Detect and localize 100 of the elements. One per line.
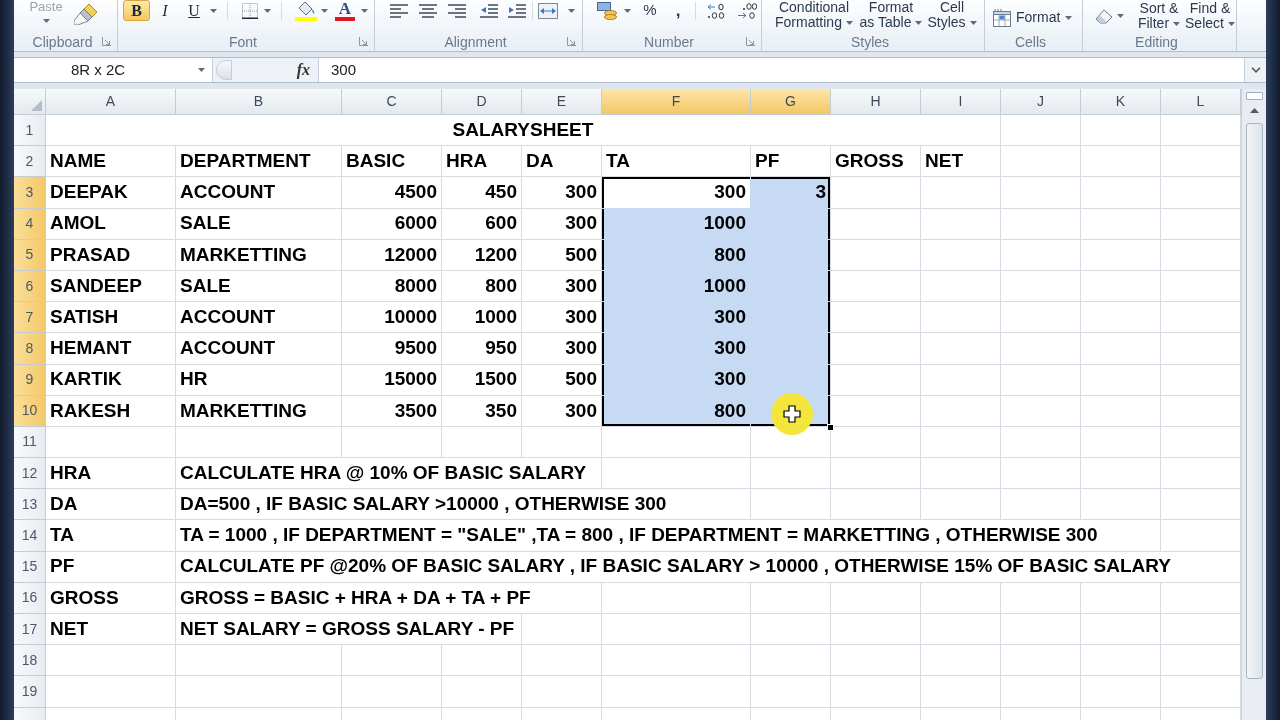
underline-button[interactable]: U bbox=[183, 0, 205, 21]
row-header[interactable]: 16 bbox=[14, 582, 46, 613]
column-header[interactable]: D bbox=[442, 89, 522, 115]
font-color-button[interactable]: A bbox=[334, 0, 356, 21]
caret-icon[interactable] bbox=[1117, 14, 1124, 18]
column-header[interactable]: A bbox=[46, 89, 176, 115]
corner-triangle-icon bbox=[31, 100, 42, 111]
spreadsheet-cell: 1000 bbox=[602, 270, 750, 302]
caret-icon[interactable] bbox=[1227, 21, 1235, 26]
spreadsheet-cell: 3 bbox=[751, 177, 830, 208]
row-header[interactable]: 19 bbox=[14, 676, 46, 707]
spreadsheet-cell: 800 bbox=[602, 239, 750, 270]
row-header[interactable]: 2 bbox=[14, 146, 46, 177]
spreadsheet-cell: 300 bbox=[602, 302, 750, 333]
row-header[interactable]: 3 bbox=[14, 177, 46, 208]
format-cells-icon[interactable] bbox=[993, 8, 1011, 27]
conditional-formatting-button[interactable]: Conditional Formatting bbox=[774, 0, 854, 30]
scrollbar-track[interactable] bbox=[1241, 89, 1266, 720]
row-header[interactable]: 14 bbox=[14, 520, 46, 551]
align-right-icon[interactable] bbox=[448, 3, 466, 18]
row-header[interactable]: 15 bbox=[14, 551, 46, 582]
group-label: Number bbox=[644, 32, 694, 51]
caret-icon[interactable] bbox=[198, 68, 205, 72]
row-header[interactable]: 17 bbox=[14, 614, 46, 645]
caret-icon[interactable] bbox=[210, 8, 217, 13]
merge-cells-icon[interactable] bbox=[538, 2, 558, 19]
column-header[interactable]: I bbox=[921, 89, 1001, 115]
caret-icon[interactable] bbox=[361, 8, 368, 13]
insert-function-button[interactable]: fx bbox=[296, 58, 310, 82]
scrollbar-thumb[interactable] bbox=[1245, 123, 1263, 679]
spreadsheet-cell: 800 bbox=[602, 395, 750, 426]
group-label: Styles bbox=[850, 32, 890, 51]
caret-icon[interactable] bbox=[624, 8, 631, 13]
dialog-launcher-icon[interactable] bbox=[359, 37, 368, 46]
dialog-launcher-icon[interactable] bbox=[567, 37, 576, 46]
row-header[interactable]: 18 bbox=[14, 645, 46, 676]
dialog-launcher-icon[interactable] bbox=[746, 37, 755, 46]
column-header[interactable]: L bbox=[1161, 89, 1241, 115]
column-header[interactable]: E bbox=[522, 89, 602, 115]
caret-icon[interactable] bbox=[969, 20, 977, 25]
comma-style-button[interactable]: , bbox=[673, 0, 683, 21]
sort-and-filter-button[interactable]: Sort & Filter bbox=[1136, 1, 1182, 31]
group-label: Cells bbox=[1014, 32, 1047, 51]
align-left-icon[interactable] bbox=[390, 3, 408, 18]
column-header[interactable]: B bbox=[176, 89, 342, 115]
caret-icon[interactable] bbox=[845, 20, 853, 25]
group-label: Editing bbox=[1135, 32, 1178, 51]
row-header[interactable]: 8 bbox=[14, 333, 46, 364]
chevron-down-icon[interactable] bbox=[1250, 67, 1261, 73]
column-header[interactable]: C bbox=[342, 89, 442, 115]
scroll-up-arrow-icon[interactable] bbox=[1249, 108, 1259, 113]
coins-icon[interactable] bbox=[597, 1, 617, 20]
cell-styles-button[interactable]: Cell Styles bbox=[927, 0, 977, 30]
row-header[interactable]: 13 bbox=[14, 489, 46, 520]
fill-handle[interactable] bbox=[827, 423, 834, 431]
splitter-handle[interactable] bbox=[216, 60, 232, 80]
row-header[interactable]: 5 bbox=[14, 239, 46, 270]
bold-button[interactable]: B bbox=[123, 0, 150, 21]
column-header[interactable]: F bbox=[602, 89, 751, 115]
find-and-select-button[interactable]: Find & Select bbox=[1184, 1, 1236, 31]
caret-icon[interactable] bbox=[568, 8, 575, 13]
paint-bucket-icon[interactable] bbox=[295, 0, 317, 21]
caret-icon[interactable] bbox=[321, 8, 328, 13]
column-header[interactable]: H bbox=[831, 89, 921, 115]
row-header[interactable]: 7 bbox=[14, 302, 46, 333]
eraser-icon[interactable] bbox=[1095, 8, 1113, 24]
spreadsheet-cell: 300 bbox=[602, 177, 750, 208]
row-header[interactable]: 11 bbox=[14, 426, 46, 458]
caret-icon[interactable] bbox=[1173, 21, 1181, 26]
align-center-icon[interactable] bbox=[419, 3, 437, 18]
column-header[interactable]: K bbox=[1081, 89, 1161, 115]
caret-icon[interactable] bbox=[42, 19, 50, 23]
increase-indent-icon[interactable] bbox=[508, 3, 526, 18]
row-header[interactable]: 6 bbox=[14, 270, 46, 302]
border-grid-icon[interactable] bbox=[242, 2, 258, 19]
row-header[interactable]: 10 bbox=[14, 395, 46, 426]
format-as-table-button[interactable]: Format as Table bbox=[858, 0, 924, 30]
increase-decimal-icon[interactable] bbox=[707, 2, 727, 19]
caret-icon[interactable] bbox=[1065, 15, 1073, 20]
paintbrush-icon[interactable] bbox=[74, 3, 98, 25]
format-button[interactable]: Format bbox=[993, 7, 1073, 28]
decrease-decimal-icon[interactable] bbox=[737, 2, 757, 19]
column-header[interactable]: G bbox=[751, 89, 831, 115]
group-label: Font bbox=[229, 32, 257, 51]
caret-icon[interactable] bbox=[264, 8, 271, 13]
percent-style-button[interactable]: % bbox=[641, 0, 659, 21]
caret-icon[interactable] bbox=[915, 20, 923, 25]
row-header[interactable]: 1 bbox=[14, 115, 46, 146]
group-label: Clipboard bbox=[32, 32, 93, 51]
decrease-indent-icon[interactable] bbox=[480, 3, 498, 18]
cell-cursor-icon bbox=[771, 393, 813, 435]
expand-formula-bar-button[interactable] bbox=[1244, 58, 1266, 82]
italic-button[interactable]: I bbox=[154, 0, 176, 21]
spreadsheet-cell: 300 bbox=[602, 333, 750, 364]
row-header[interactable]: 9 bbox=[14, 364, 46, 395]
dialog-launcher-icon[interactable] bbox=[102, 37, 111, 46]
spreadsheet-cell: 300 bbox=[602, 364, 750, 395]
row-header[interactable]: 4 bbox=[14, 208, 46, 239]
column-header[interactable]: J bbox=[1001, 89, 1081, 115]
row-header[interactable]: 12 bbox=[14, 458, 46, 489]
